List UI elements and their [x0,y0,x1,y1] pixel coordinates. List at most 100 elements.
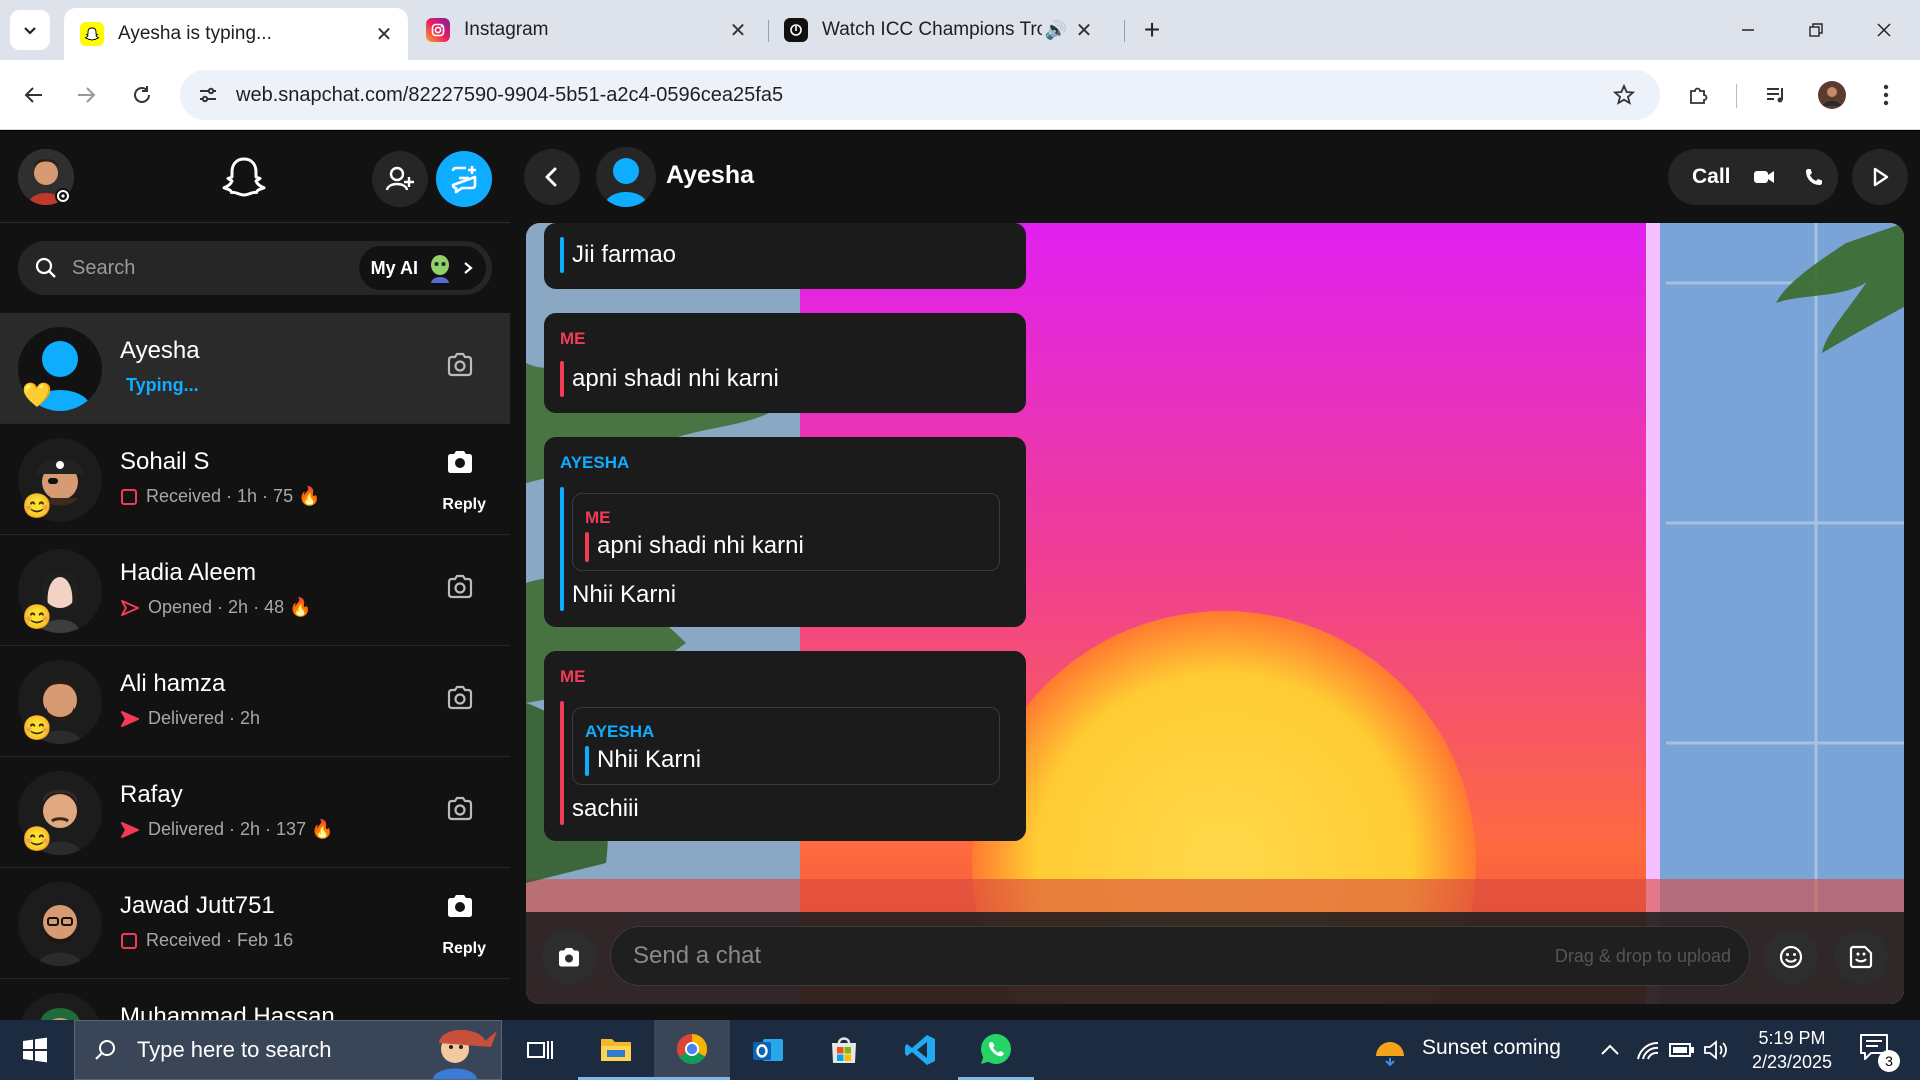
search-icon [91,1035,121,1065]
camera-filled-icon [559,948,579,967]
bookmark-star-icon[interactable] [1604,75,1644,115]
chat-item-rafay[interactable]: 😊 Rafay Delivered · 2h · 137 🔥 [0,757,510,868]
contact-avatar[interactable] [596,147,656,207]
forward-button[interactable] [66,75,106,115]
emoji-button[interactable] [1764,930,1818,984]
quoted-bar [585,532,589,562]
back-button[interactable] [524,149,580,205]
close-icon[interactable]: ✕ [1070,18,1098,43]
message-sender: ME [560,667,586,686]
call-button[interactable]: Call [1668,149,1838,205]
sticker-button[interactable] [1834,930,1888,984]
vscode-button[interactable] [882,1020,958,1080]
message-card[interactable]: Jii farmao [544,223,1026,289]
quoted-message[interactable]: AYESHA Nhii Karni [572,707,1000,785]
camera-icon[interactable] [438,565,482,609]
chat-header: Ayesha Call [510,131,1920,223]
camera-filled-icon[interactable] [438,440,482,484]
battery-icon[interactable] [1668,1036,1696,1064]
taskbar-search-box[interactable]: Type here to search [74,1020,502,1080]
task-view-icon [527,1041,553,1059]
message-card[interactable]: AYESHA ME apni shadi nhi karni Nhii Karn… [544,437,1026,627]
whatsapp-button[interactable] [958,1020,1034,1080]
chrome-button[interactable] [654,1020,730,1080]
chat-item-sohail-s[interactable]: 😊 Sohail S Received · 1h · 75 🔥 Reply [0,424,510,535]
chat-list: 💛 Ayesha Typing... 😊 Sohail S Received ·… [0,313,510,1020]
wifi-icon[interactable] [1634,1036,1662,1064]
reply-label[interactable]: Reply [442,940,486,958]
chat-item-jawad-jutt751[interactable]: Jawad Jutt751 Received · Feb 16 Reply [0,868,510,979]
task-view-button[interactable] [502,1020,578,1080]
friend-emoji: 😊 [22,826,52,853]
snapchat-ghost-logo-icon[interactable] [216,151,272,207]
tab-divider [1124,20,1125,42]
search-input[interactable]: Search [72,257,359,280]
friend-emoji: 💛 [22,382,52,409]
camera-icon[interactable] [438,343,482,387]
quoted-message[interactable]: ME apni shadi nhi karni [572,493,1000,571]
search-bar[interactable]: Search My AI [18,241,492,295]
drag-drop-hint: Drag & drop to upload [1554,945,1731,966]
new-tab-button[interactable]: + [1132,10,1172,50]
tab-hotstar[interactable]: Watch ICC Champions Trop 🔊 ✕ [768,8,1116,52]
my-ai-button[interactable]: My AI [358,246,486,290]
extensions-button[interactable] [1678,75,1718,115]
weather-widget[interactable]: Sunset coming [1372,1030,1561,1066]
more-menu-button[interactable] [1866,75,1906,115]
minimize-button[interactable] [1728,10,1768,50]
puzzle-icon [1690,87,1708,104]
settings-gear-icon[interactable] [54,187,72,205]
microsoft-store-button[interactable] [806,1020,882,1080]
chat-item-ali-hamza[interactable]: 😊 Ali hamza Delivered · 2h [0,646,510,757]
chat-message-input[interactable]: Send a chat Drag & drop to upload [610,926,1750,986]
url-bar[interactable]: web.snapchat.com/82227590-9904-5b51-a2c4… [180,70,1660,120]
close-icon[interactable]: ✕ [370,22,398,47]
system-clock[interactable]: 5:19 PM 2/23/2025 [1732,1026,1852,1074]
chat-item-ayesha[interactable]: 💛 Ayesha Typing... [0,313,510,424]
chat-item-muhammad-hassan[interactable]: Muhammad Hassan [0,979,510,1020]
add-friend-button[interactable] [372,151,428,207]
close-icon[interactable]: ✕ [724,18,752,43]
window-close-button[interactable] [1864,10,1904,50]
back-button[interactable] [14,75,54,115]
phone-icon[interactable] [1801,164,1827,190]
chat-status-row: Delivered · 2h [120,708,260,729]
chevron-up-icon[interactable] [1596,1036,1624,1064]
new-chat-button[interactable] [436,151,492,207]
more-options-button[interactable] [1852,149,1908,205]
volume-icon[interactable] [1702,1036,1730,1064]
received-square-icon [121,932,137,949]
address-bar: web.snapchat.com/82227590-9904-5b51-a2c4… [0,60,1920,130]
media-controls-button[interactable] [1756,75,1796,115]
tab-snapchat[interactable]: Ayesha is typing... ✕ [64,8,408,60]
chat-item-hadia-aleem[interactable]: 😊 Hadia Aleem Opened · 2h · 48 🔥 [0,535,510,646]
message-card[interactable]: ME apni shadi nhi karni [544,313,1026,413]
camera-filled-icon[interactable] [438,884,482,928]
reply-label[interactable]: Reply [442,496,486,514]
reload-icon [134,86,150,103]
contact-name[interactable]: Ayesha [666,161,754,190]
restore-button[interactable] [1796,10,1836,50]
tab-search-button[interactable] [10,10,50,50]
profile-avatar-button[interactable] [1812,75,1852,115]
speaker-icon[interactable]: 🔊 [1042,20,1070,41]
site-settings-icon[interactable] [188,75,228,115]
tab-title: Watch ICC Champions Trop [822,19,1042,40]
video-call-icon[interactable] [1751,164,1777,190]
my-ai-label: My AI [370,257,418,278]
sidebar-header [0,131,510,223]
message-card[interactable]: ME AYESHA Nhii Karni sachiii [544,651,1026,841]
start-button[interactable] [14,1032,56,1068]
camera-icon[interactable] [438,787,482,831]
chat-status: Opened · 2h · 48 🔥 [148,597,312,617]
tab-instagram[interactable]: Instagram ✕ [410,8,762,52]
composer-camera-button[interactable] [542,930,596,984]
file-explorer-button[interactable] [578,1020,654,1080]
chat-status-row: Received · Feb 16 [120,930,293,951]
friend-emoji: 😊 [22,715,52,742]
chat-name: Hadia Aleem [120,559,257,586]
camera-icon[interactable] [438,676,482,720]
outlook-button[interactable] [730,1020,806,1080]
reload-button[interactable] [122,75,162,115]
notification-center-button[interactable]: 3 [1858,1032,1900,1072]
